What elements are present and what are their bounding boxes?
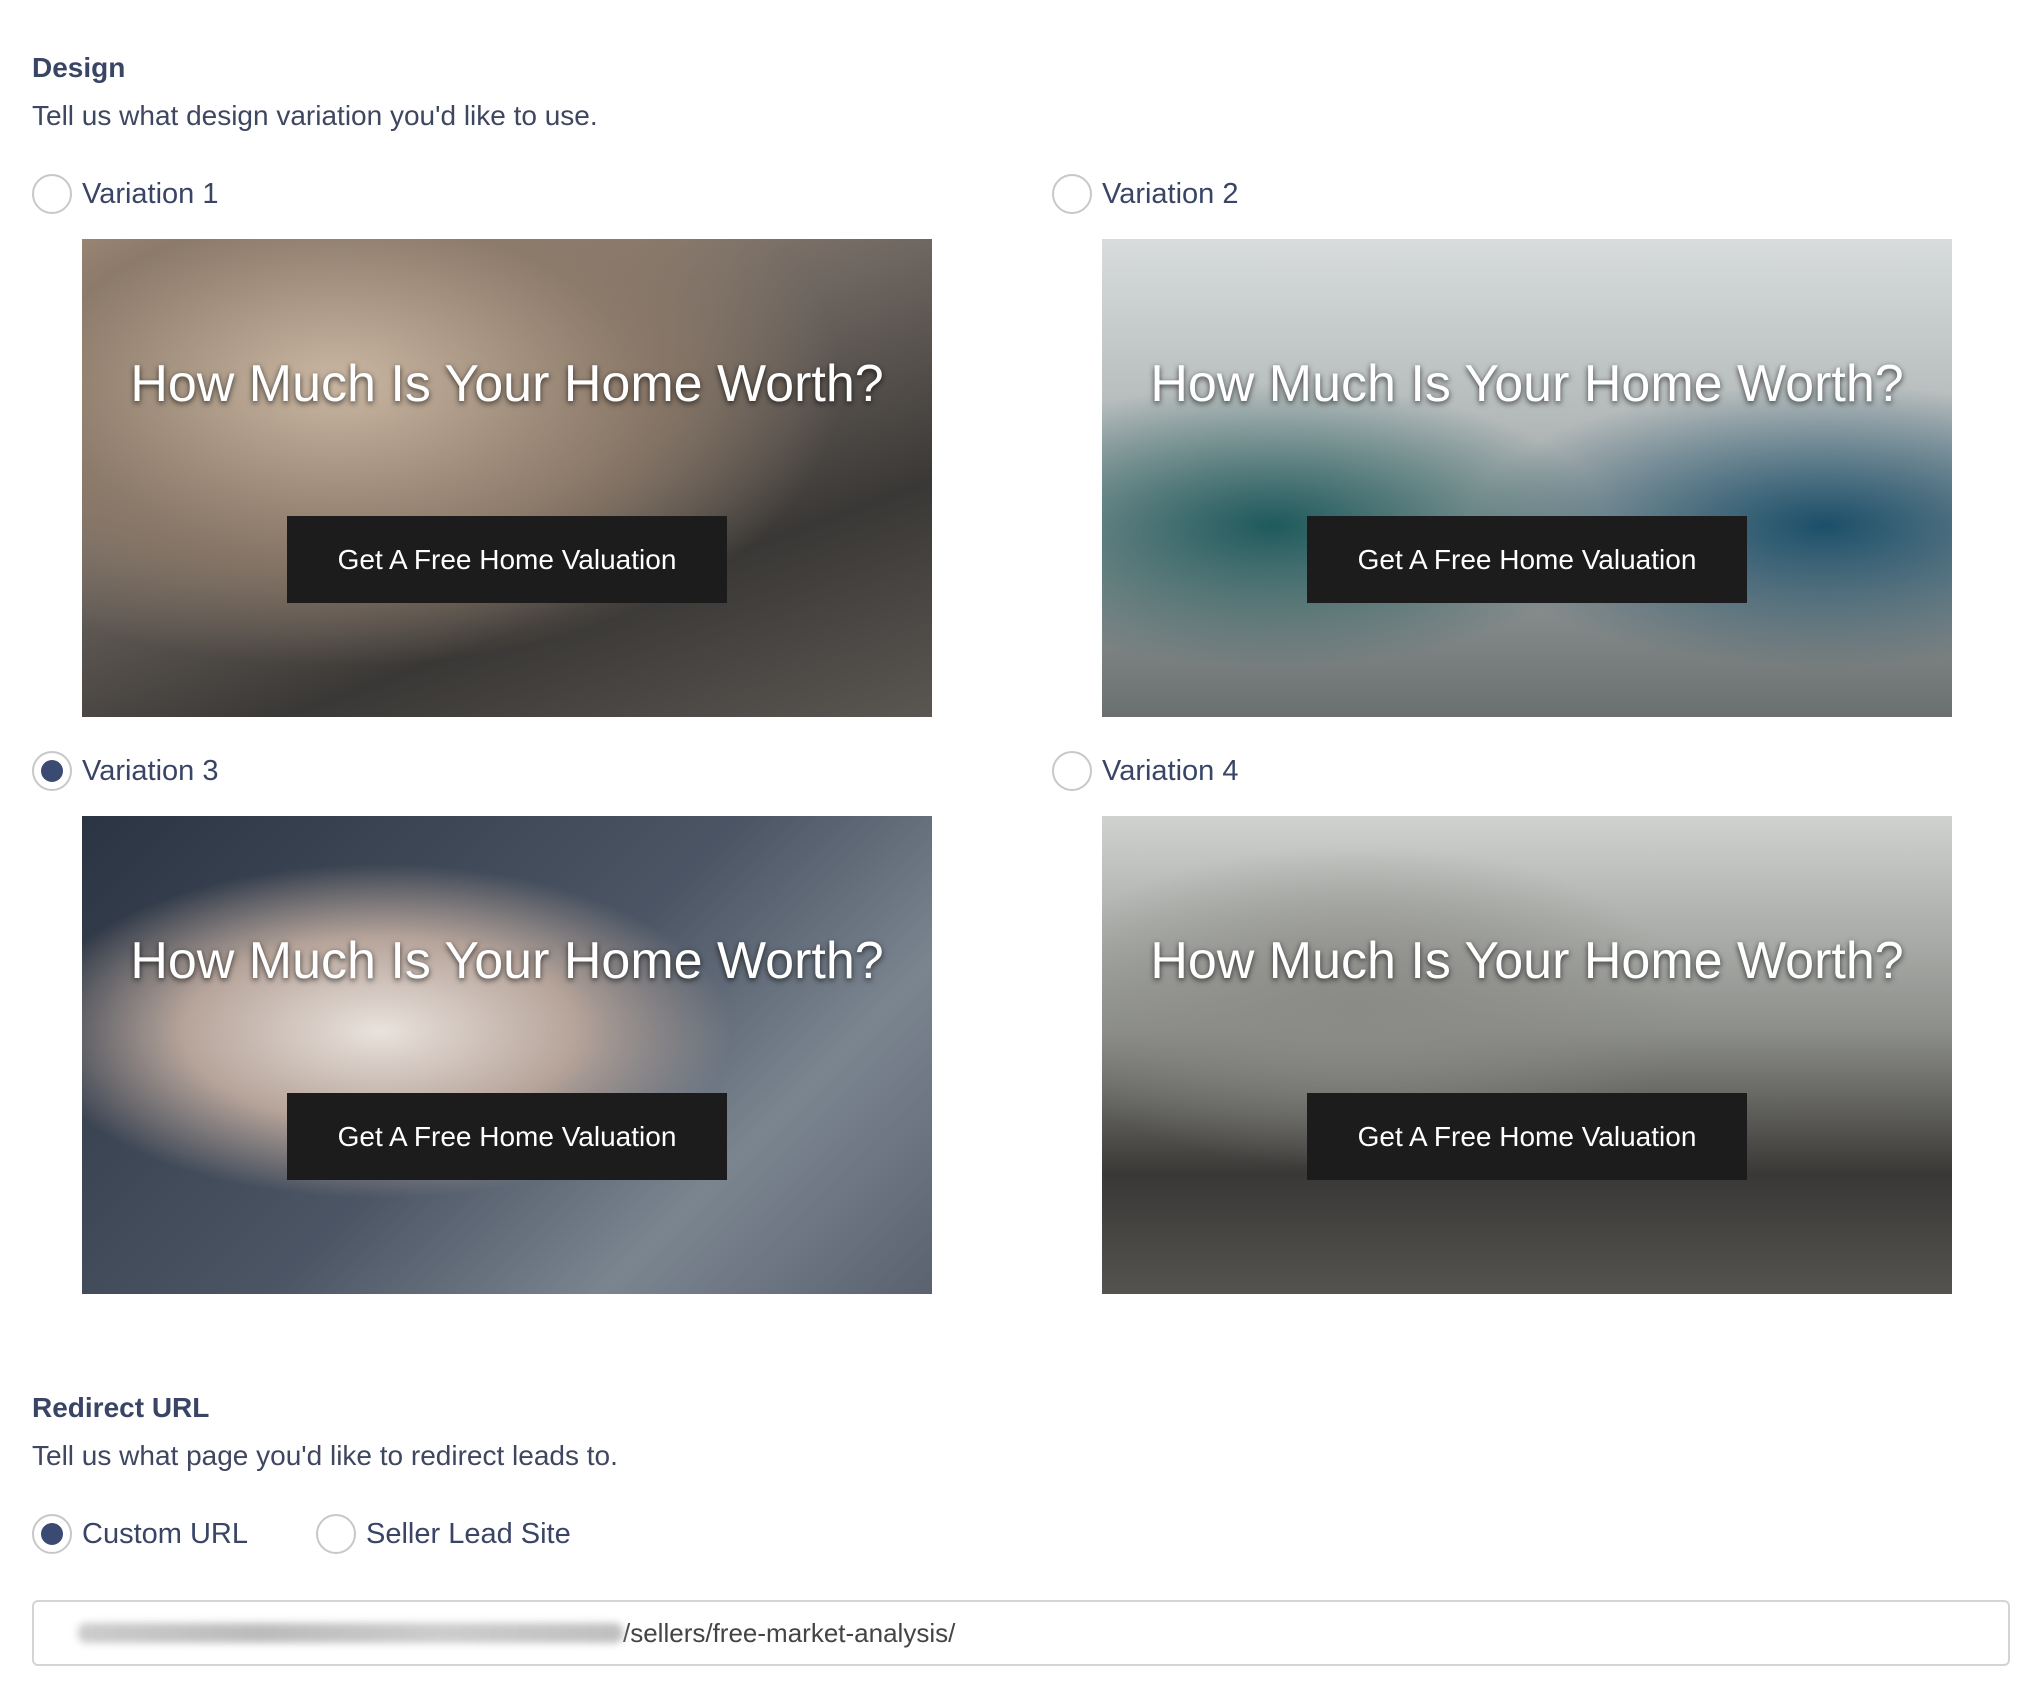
redacted-url-domain [78, 1623, 623, 1643]
url-path: /sellers/free-market-analysis/ [623, 1617, 956, 1648]
seller-lead-site-radio[interactable] [316, 1514, 356, 1554]
variation-4-label[interactable]: Variation 4 [1102, 755, 1239, 788]
custom-url-radio[interactable] [32, 1514, 72, 1554]
preview-cta-button: Get A Free Home Valuation [1307, 1093, 1747, 1180]
preview-cta-button: Get A Free Home Valuation [1307, 516, 1747, 603]
variation-1-radio[interactable] [32, 174, 72, 214]
variation-3-label[interactable]: Variation 3 [82, 755, 219, 788]
design-subtitle: Tell us what design variation you'd like… [32, 100, 598, 131]
variation-4-radio[interactable] [1052, 751, 1092, 791]
preview-headline: How Much Is Your Home Worth? [1150, 355, 1904, 413]
preview-cta-button: Get A Free Home Valuation [287, 516, 727, 603]
preview-headline: How Much Is Your Home Worth? [130, 355, 884, 413]
variation-2-label[interactable]: Variation 2 [1102, 178, 1239, 211]
custom-url-label[interactable]: Custom URL [82, 1518, 248, 1551]
variation-1-preview[interactable]: How Much Is Your Home Worth? Get A Free … [82, 239, 932, 717]
variation-3-preview[interactable]: How Much Is Your Home Worth? Get A Free … [82, 816, 932, 1294]
variation-2-radio[interactable] [1052, 174, 1092, 214]
seller-lead-site-label[interactable]: Seller Lead Site [366, 1518, 571, 1551]
variation-3-radio[interactable] [32, 751, 72, 791]
redirect-url-input[interactable]: /sellers/free-market-analysis/ [32, 1600, 2010, 1666]
preview-cta-button: Get A Free Home Valuation [287, 1093, 727, 1180]
redirect-subtitle: Tell us what page you'd like to redirect… [32, 1440, 618, 1471]
preview-headline: How Much Is Your Home Worth? [1150, 932, 1904, 990]
redirect-title: Redirect URL [32, 1392, 210, 1423]
variation-2-preview[interactable]: How Much Is Your Home Worth? Get A Free … [1102, 239, 1952, 717]
variation-1-label[interactable]: Variation 1 [82, 178, 219, 211]
variation-4-preview[interactable]: How Much Is Your Home Worth? Get A Free … [1102, 816, 1952, 1294]
design-title: Design [32, 52, 126, 83]
preview-headline: How Much Is Your Home Worth? [130, 932, 884, 990]
